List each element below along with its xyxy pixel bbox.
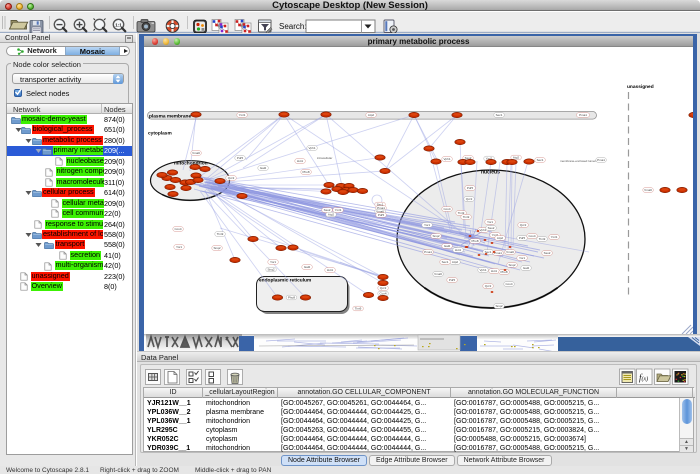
svg-text:Yml1: Yml1: [335, 208, 342, 212]
svg-text:nucleus: nucleus: [481, 170, 500, 176]
svg-text:Hxt1: Hxt1: [327, 268, 334, 272]
svg-text:intracellular: intracellular: [317, 156, 332, 160]
svg-text:Pma1: Pma1: [424, 250, 432, 254]
svg-text:Pdr5: Pdr5: [237, 156, 244, 160]
svg-text:plasma membrane: plasma membrane: [149, 113, 191, 119]
svg-text:Yml1: Yml1: [239, 113, 246, 117]
svg-text:Tim9: Tim9: [463, 215, 470, 219]
svg-text:Cox4: Cox4: [528, 234, 535, 238]
svg-text:Pma1: Pma1: [597, 158, 605, 162]
svg-text:Atp2: Atp2: [368, 113, 375, 117]
svg-text:1:1: 1:1: [115, 23, 122, 28]
svg-text:Pdr5: Pdr5: [519, 236, 526, 240]
svg-text:Pma1: Pma1: [494, 251, 502, 255]
svg-text:Vph1: Vph1: [479, 268, 486, 272]
svg-text:Hxt1: Hxt1: [491, 269, 498, 273]
svg-text:membrane-enclosed lumen: membrane-enclosed lumen: [560, 159, 597, 163]
svg-text:Pdr5: Pdr5: [467, 186, 474, 190]
svg-text:Sso2: Sso2: [324, 208, 331, 212]
svg-text:Qcr2: Qcr2: [228, 176, 235, 180]
svg-text:Snq2: Snq2: [508, 263, 515, 267]
svg-text:Sec1: Sec1: [496, 113, 503, 117]
svg-text:Vma6: Vma6: [644, 188, 652, 192]
svg-text:Cox4: Cox4: [174, 227, 181, 231]
svg-text:Hxt1: Hxt1: [297, 159, 304, 163]
svg-text:Atp2: Atp2: [452, 260, 459, 264]
svg-text:Vma6: Vma6: [506, 250, 514, 254]
svg-text:Gal2: Gal2: [523, 266, 530, 270]
svg-text:Vma6: Vma6: [192, 151, 200, 155]
svg-text:Snq2: Snq2: [432, 234, 439, 238]
svg-text:Vph1: Vph1: [308, 146, 315, 150]
svg-text:Qcr2: Qcr2: [466, 197, 473, 201]
svg-text:Gal2: Gal2: [304, 265, 311, 269]
svg-text:unassigned: unassigned: [627, 84, 654, 90]
svg-text:Yor1: Yor1: [487, 220, 493, 224]
svg-text:Snq2: Snq2: [267, 268, 274, 272]
svg-text:Sso2: Sso2: [488, 226, 495, 230]
svg-text:Yor1: Yor1: [176, 245, 182, 249]
svg-text:Qcr2: Qcr2: [520, 223, 527, 227]
svg-text:Yor1: Yor1: [270, 260, 276, 264]
svg-text:Qcr2: Qcr2: [485, 284, 492, 288]
svg-text:Tim9: Tim9: [539, 237, 546, 241]
svg-text:Pdr5: Pdr5: [378, 213, 385, 217]
svg-text:Snq2: Snq2: [213, 246, 220, 250]
svg-text:cytoplasm: cytoplasm: [148, 131, 172, 137]
svg-text:Snq2: Snq2: [495, 304, 502, 308]
svg-text:Pho8: Pho8: [471, 239, 478, 243]
svg-text:Gal2: Gal2: [260, 166, 267, 170]
svg-text:Yml1: Yml1: [551, 235, 558, 239]
svg-text:Pma1: Pma1: [579, 113, 587, 117]
svg-text:Pho8: Pho8: [288, 296, 295, 300]
svg-text:Cox4: Cox4: [443, 207, 450, 211]
svg-text:Sec1: Sec1: [537, 158, 544, 162]
svg-text:Pdr5: Pdr5: [449, 278, 456, 282]
svg-text:Sso2: Sso2: [544, 251, 551, 255]
svg-text:Cox4: Cox4: [505, 282, 512, 286]
svg-text:Pho8: Pho8: [302, 170, 309, 174]
svg-text:Vma6: Vma6: [434, 272, 442, 276]
svg-text:Vph1: Vph1: [443, 157, 450, 161]
svg-text:Atp2: Atp2: [513, 156, 520, 160]
svg-text:Yor1: Yor1: [424, 223, 430, 227]
svg-text:Search:: Search:: [279, 22, 307, 31]
svg-text:Tim9: Tim9: [217, 232, 224, 236]
svg-text:Tim9: Tim9: [355, 307, 362, 311]
svg-text:Gal2: Gal2: [444, 244, 451, 248]
svg-text:Yor1: Yor1: [519, 256, 525, 260]
svg-text:Sec1: Sec1: [442, 260, 449, 264]
svg-text:Atp2: Atp2: [328, 213, 335, 217]
svg-text:Qcr2: Qcr2: [380, 286, 387, 290]
svg-text:Hxt1: Hxt1: [455, 248, 462, 252]
svg-text:Atp2: Atp2: [497, 236, 504, 240]
